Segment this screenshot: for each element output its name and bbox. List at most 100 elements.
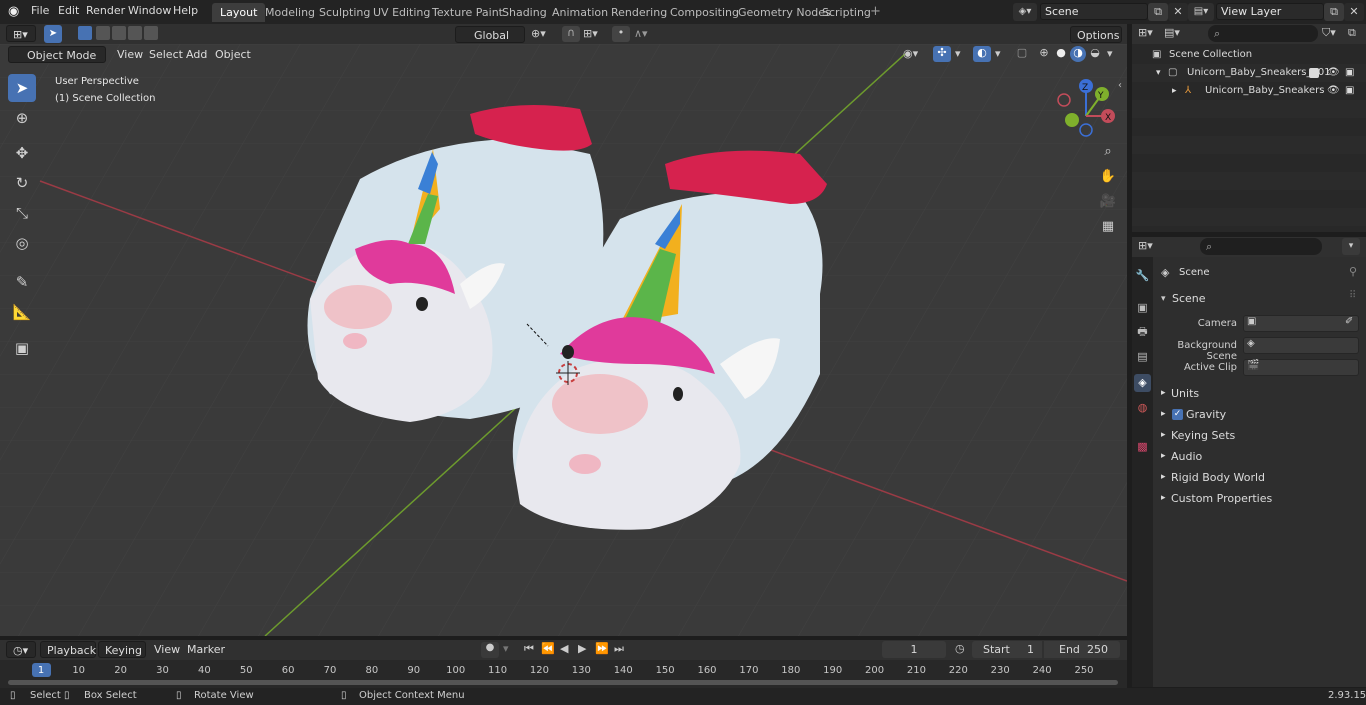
ortho-toggle-icon[interactable]: ▦ <box>1097 216 1119 238</box>
add-workspace-icon[interactable]: + <box>870 4 881 19</box>
transform-tool-icon[interactable]: ◎ <box>8 229 36 257</box>
menu-render[interactable]: Render <box>86 4 125 17</box>
properties-options-icon[interactable]: ▾ <box>1342 238 1360 255</box>
outliner-scene-collection[interactable]: ▣ Scene Collection <box>1132 46 1366 64</box>
jump-keyframe-back-icon[interactable]: ⏪ <box>541 642 555 655</box>
select-mode-extend-icon[interactable] <box>96 26 110 40</box>
view-layer-field[interactable]: View Layer <box>1216 3 1324 20</box>
scene-tab-icon[interactable]: ◈ <box>1134 374 1151 392</box>
scale-tool-icon[interactable]: ⤡ <box>8 199 36 227</box>
new-scene-icon[interactable]: ⧉ <box>1148 3 1168 21</box>
zoom-icon[interactable]: ⌕ <box>1097 141 1119 163</box>
transform-orientation-dropdown[interactable]: Global <box>455 26 525 43</box>
filter-icon[interactable]: ⛉▾ <box>1322 26 1336 40</box>
new-collection-icon[interactable]: ⧉ <box>1348 26 1356 40</box>
texture-tab-icon[interactable]: ▩ <box>1134 438 1151 456</box>
timeline-ruler[interactable]: 1 10 20 30 40 50 60 70 80 90 100 110 120 130 140 150 160… <box>0 660 1127 688</box>
render-camera-icon[interactable]: ▣ <box>1345 64 1354 82</box>
visibility-selectability-icon[interactable]: ◉▾ <box>903 47 918 60</box>
visibility-eye-icon[interactable]: 👁 <box>1327 64 1340 82</box>
gravity-checkbox[interactable]: ✓ <box>1172 409 1183 420</box>
jump-keyframe-forward-icon[interactable]: ⏩ <box>595 642 609 655</box>
panel-rigid-body-world[interactable]: ▸ Rigid Body World <box>1161 468 1361 487</box>
pivot-point-icon[interactable]: ⊕▾ <box>531 27 546 40</box>
camera-field[interactable] <box>1243 315 1359 332</box>
menu-window[interactable]: Window <box>128 4 171 17</box>
jump-end-icon[interactable]: ⏭ <box>614 642 624 656</box>
editor-type-icon[interactable]: ⊞▾ <box>6 25 36 42</box>
shading-rendered-icon[interactable]: ◒ <box>1087 46 1103 62</box>
overlay-toggle-icon[interactable]: ◐ <box>973 46 991 62</box>
active-clip-field[interactable] <box>1243 359 1359 376</box>
play-icon[interactable]: ▶ <box>578 642 586 655</box>
panel-custom-properties[interactable]: ▸ Custom Properties <box>1161 489 1361 508</box>
shading-wireframe-icon[interactable]: ⊕ <box>1036 46 1052 62</box>
eyedropper-icon[interactable]: ✐ <box>1345 316 1353 327</box>
jump-start-icon[interactable]: ⏮ <box>524 642 534 656</box>
measure-tool-icon[interactable]: 📐 <box>8 298 36 326</box>
select-mode-invert-icon[interactable] <box>128 26 142 40</box>
scene-panel-arrow-icon[interactable]: ▾ <box>1161 294 1166 304</box>
select-box-tool-icon[interactable]: ➤ <box>8 74 36 102</box>
xray-toggle-icon[interactable]: ▢ <box>1014 46 1030 62</box>
menu-file[interactable]: File <box>31 4 49 17</box>
delete-scene-icon[interactable]: ✕ <box>1168 3 1188 21</box>
add-cube-tool-icon[interactable]: ▣ <box>8 334 36 362</box>
gizmo-toggle-icon[interactable]: ✣ <box>933 46 951 62</box>
scene-name-field[interactable]: Scene <box>1040 3 1148 20</box>
exclude-checkbox-icon[interactable] <box>1309 68 1319 78</box>
playback-dropdown[interactable]: Playback <box>40 641 96 658</box>
snap-target-icon[interactable]: ⊞▾ <box>583 27 598 40</box>
visibility-eye-icon[interactable]: 👁 <box>1327 82 1340 100</box>
snap-toggle-icon[interactable]: ∩ <box>562 26 580 42</box>
panel-units[interactable]: ▸ Units <box>1161 384 1361 403</box>
shading-material-icon[interactable]: ◑ <box>1070 46 1086 62</box>
view-layer-selector-icon[interactable]: ▤▾ <box>1188 3 1214 21</box>
render-tab-icon[interactable]: ▣ <box>1134 299 1151 317</box>
keying-set-icon[interactable]: ▾ <box>503 642 509 655</box>
outliner-editor-type-icon[interactable]: ⊞▾ <box>1138 26 1153 39</box>
move-tool-icon[interactable]: ✥ <box>8 139 36 167</box>
gizmo-dropdown-icon[interactable]: ▾ <box>955 47 961 60</box>
scene-selector-icon[interactable]: ◈▾ <box>1013 3 1037 21</box>
scene-panel-title[interactable]: Scene <box>1172 292 1206 305</box>
blender-logo-icon[interactable]: ◉ <box>8 4 24 20</box>
outliner-search-input[interactable]: ⌕ <box>1208 25 1318 42</box>
render-camera-icon[interactable]: ▣ <box>1345 82 1354 100</box>
menu-object[interactable]: Object <box>209 46 257 63</box>
current-frame-field[interactable]: 1 <box>882 641 946 658</box>
timeline-scrollbar[interactable] <box>8 680 1118 685</box>
falloff-icon[interactable]: ∧▾ <box>634 27 648 40</box>
shading-dropdown-icon[interactable]: ▾ <box>1107 47 1113 60</box>
background-scene-field[interactable] <box>1243 337 1359 354</box>
play-reverse-icon[interactable]: ◀ <box>560 642 568 655</box>
end-frame-field[interactable]: End 250 <box>1044 641 1120 658</box>
proportional-edit-icon[interactable]: • <box>612 26 630 42</box>
select-mode-intersect-icon[interactable] <box>144 26 158 40</box>
use-preview-range-icon[interactable]: ◷ <box>955 642 965 655</box>
view-layer-tab-icon[interactable]: ▤ <box>1134 348 1151 366</box>
cursor-tool-icon[interactable]: ⊕ <box>8 104 36 132</box>
tool-tab-icon[interactable]: 🔧 <box>1134 267 1151 285</box>
outliner-item-collection[interactable]: ▾ ▢ Unicorn_Baby_Sneakers_001 👁 ▣ <box>1132 64 1366 82</box>
auto-keying-icon[interactable]: ● <box>481 642 499 658</box>
start-frame-field[interactable]: Start 1 <box>972 641 1042 658</box>
pan-hand-icon[interactable]: ✋ <box>1097 166 1119 188</box>
menu-help[interactable]: Help <box>173 4 198 17</box>
panel-audio[interactable]: ▸ Audio <box>1161 447 1361 466</box>
timeline-editor-type-icon[interactable]: ◷▾ <box>6 641 36 658</box>
select-mode-subtract-icon[interactable] <box>112 26 126 40</box>
output-tab-icon[interactable]: 🖶 <box>1134 323 1151 341</box>
panel-drag-handle-icon[interactable]: ⠿ <box>1349 290 1356 301</box>
rotate-tool-icon[interactable]: ↻ <box>8 169 36 197</box>
camera-view-icon[interactable]: 🎥 <box>1097 191 1119 213</box>
display-mode-icon[interactable]: ▤▾ <box>1164 26 1180 39</box>
object-mode-dropdown[interactable]: Object Mode <box>8 46 106 63</box>
tool-mode-icon[interactable]: ➤ <box>44 25 62 43</box>
panel-keying-sets[interactable]: ▸ Keying Sets <box>1161 426 1361 445</box>
options-dropdown[interactable]: Options <box>1070 26 1122 43</box>
properties-editor-type-icon[interactable]: ⊞▾ <box>1138 239 1153 252</box>
annotate-tool-icon[interactable]: ✎ <box>8 268 36 296</box>
properties-search-input[interactable]: ⌕ <box>1200 238 1322 255</box>
timeline-marker-menu[interactable]: Marker <box>181 641 231 658</box>
